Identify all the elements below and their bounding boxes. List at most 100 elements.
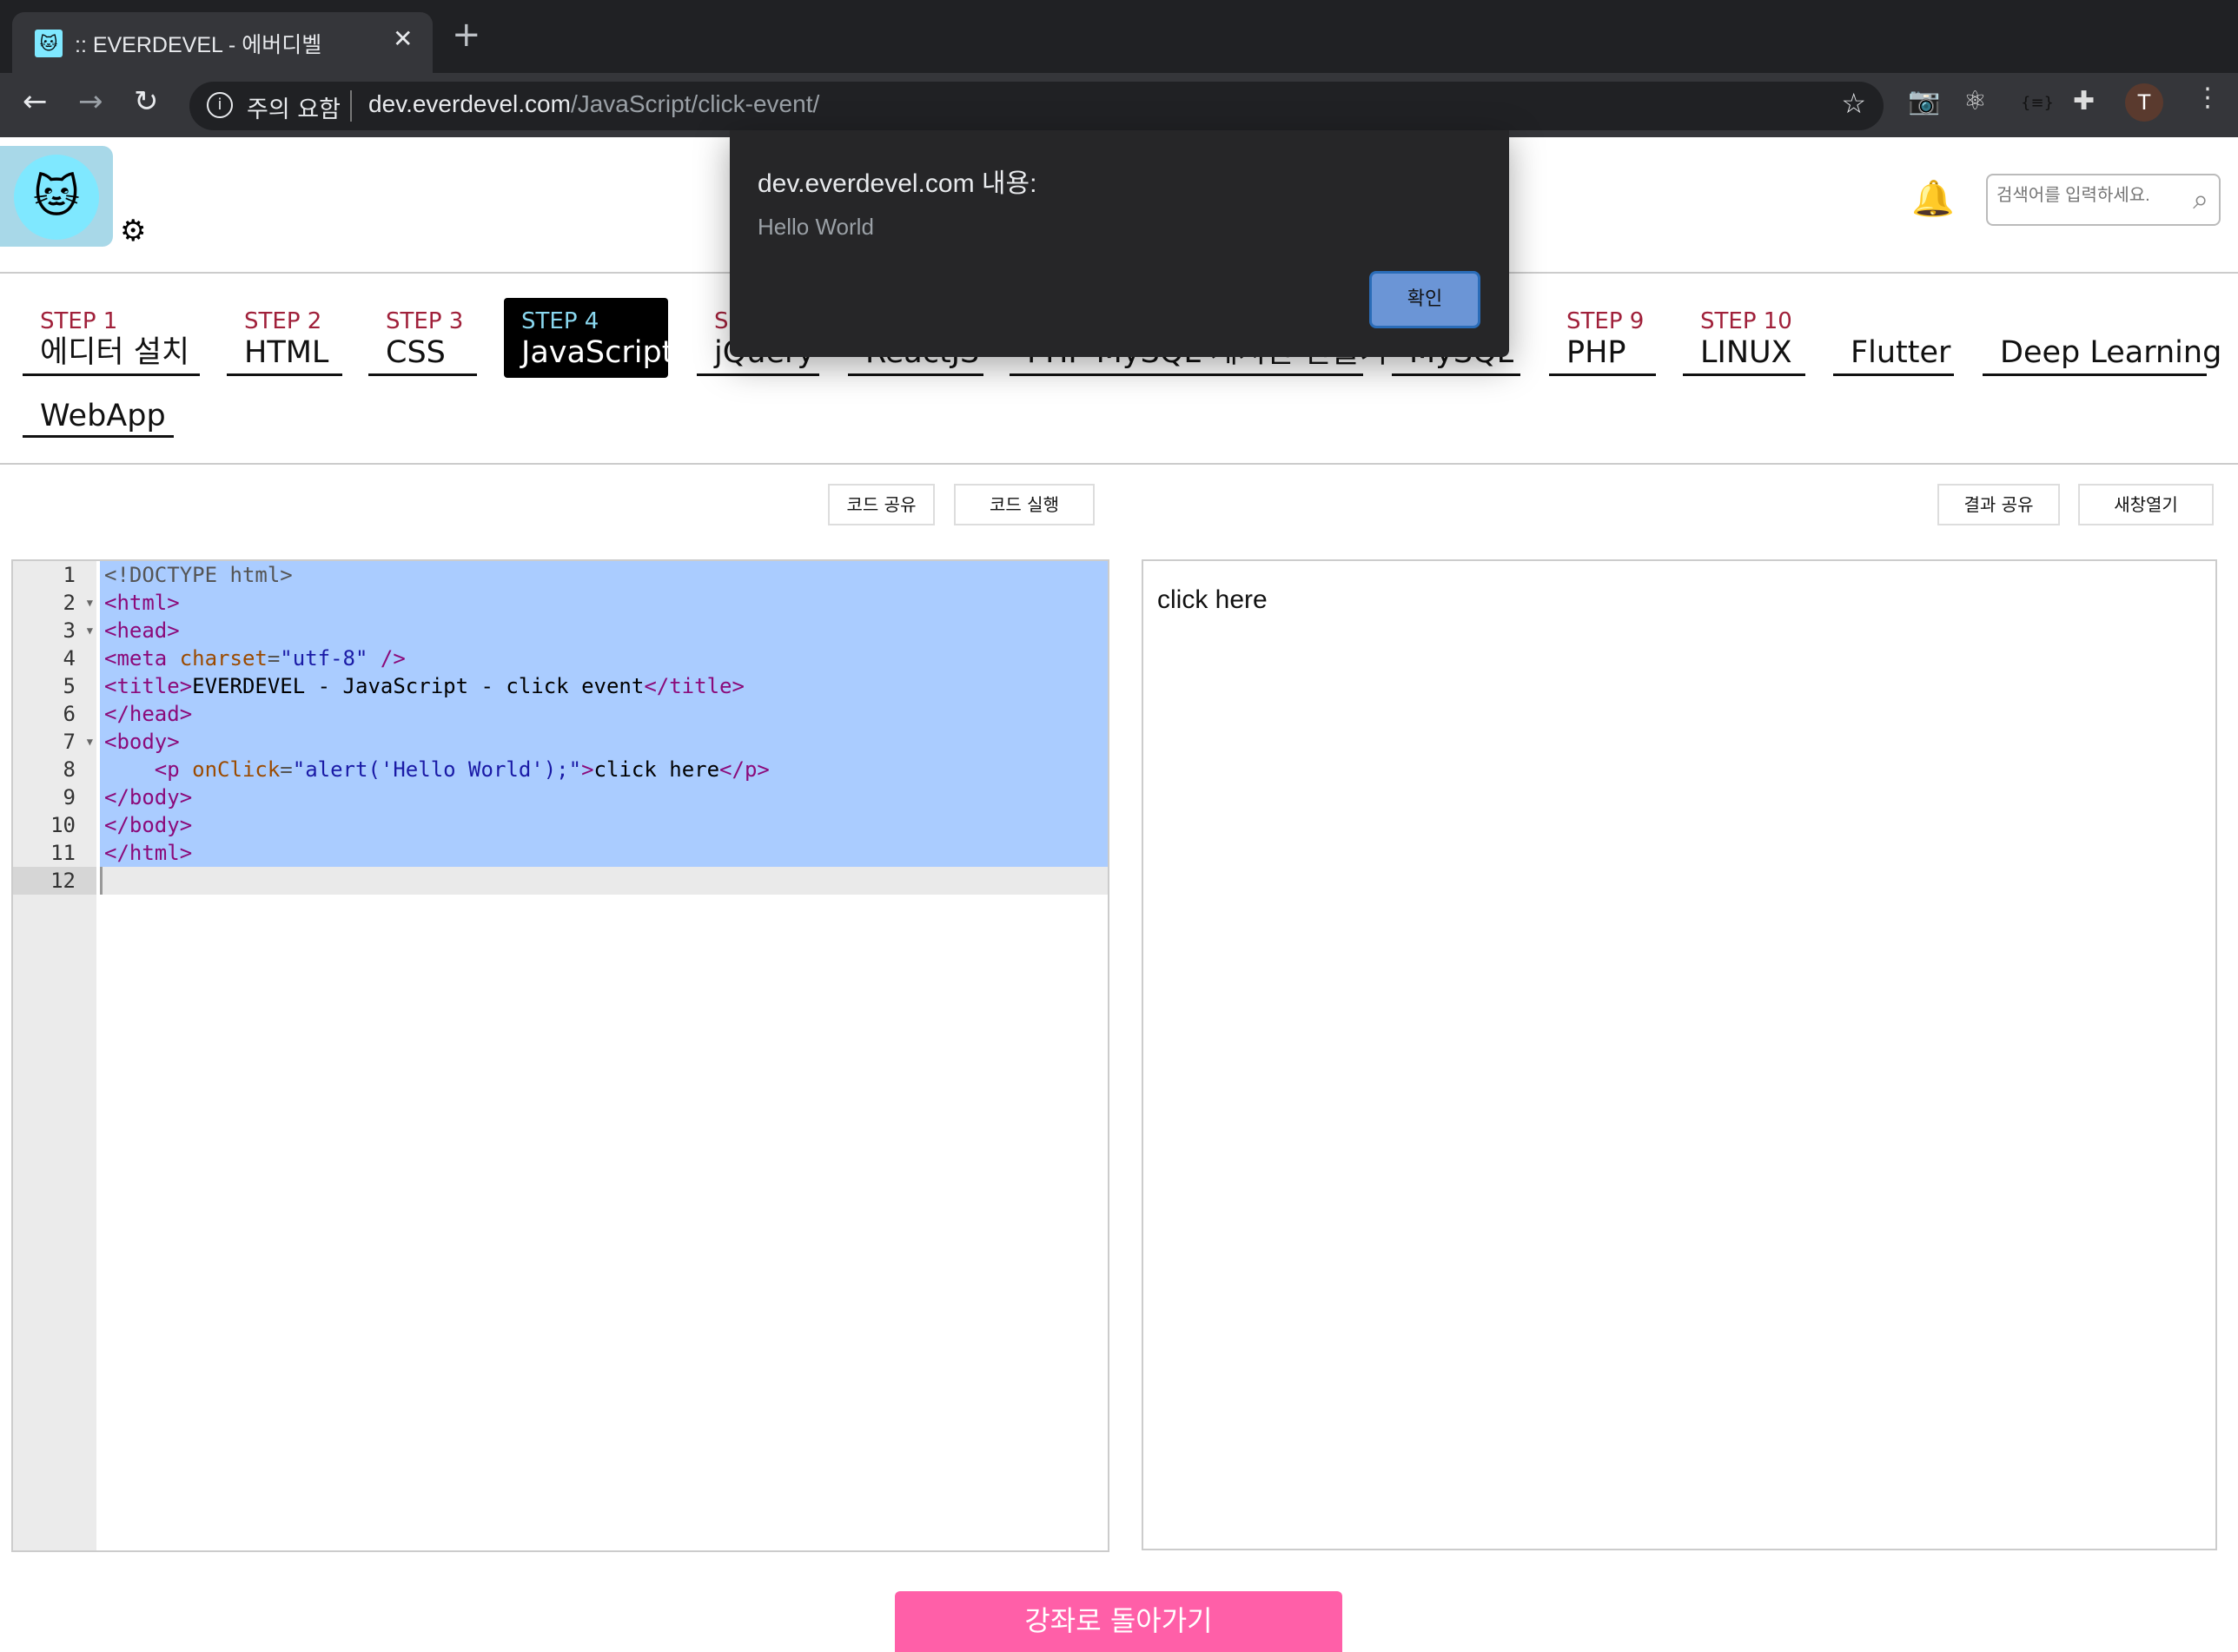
nav-tab-flutter[interactable]: Flutter — [1833, 308, 1954, 376]
nav-tab-step3[interactable]: STEP 3 CSS — [368, 308, 477, 376]
bookmark-star-icon[interactable]: ☆ — [1841, 87, 1866, 120]
step-label — [40, 372, 174, 398]
tab-name: PHP — [1566, 335, 1626, 370]
divider — [350, 90, 352, 122]
code-line[interactable]: <title>EVERDEVEL - JavaScript - click ev… — [100, 672, 1108, 700]
line-number: 12 — [13, 867, 96, 895]
code-line[interactable]: <p onClick="alert('Hello World');">click… — [100, 756, 1108, 783]
favicon-cat-icon: 🐱 — [35, 30, 63, 57]
code-text: <html> — [104, 591, 180, 615]
fold-arrow-icon[interactable]: ▼ — [87, 617, 93, 644]
url-text[interactable]: dev.everdevel.com/JavaScript/click-event… — [368, 90, 819, 118]
step-label: STEP 3 — [386, 308, 464, 334]
menu-kebab-icon[interactable]: ⋮ — [2195, 85, 2221, 111]
code-line[interactable]: </body> — [100, 783, 1108, 811]
gear-icon[interactable]: ⚙ — [120, 214, 146, 248]
line-number-text: 6 — [63, 702, 76, 726]
code-text: <p onClick="alert('Hello World');">click… — [104, 757, 770, 782]
share-code-button[interactable]: 코드 공유 — [828, 484, 935, 525]
line-number: 2 ▼ — [13, 589, 96, 617]
code-token: <body — [104, 730, 168, 754]
code-token: <meta — [104, 646, 168, 671]
search-box[interactable]: ⌕ — [1986, 174, 2221, 226]
camera-extension-icon[interactable]: 📷 — [1908, 89, 1940, 115]
code-line[interactable]: <head> — [100, 617, 1108, 644]
code-line[interactable]: <html> — [100, 589, 1108, 617]
info-icon[interactable]: i — [207, 92, 233, 118]
code-line[interactable]: <!DOCTYPE html> — [100, 561, 1108, 589]
json-extension-icon[interactable]: {≡} — [2021, 96, 2054, 111]
code-token: EVERDEVEL - JavaScript - click event — [192, 674, 645, 698]
code-line[interactable]: <body> — [100, 728, 1108, 756]
new-tab-button[interactable]: + — [452, 17, 481, 52]
nav-tab-step9[interactable]: STEP 9 PHP — [1549, 308, 1656, 376]
code-line[interactable]: </body> — [100, 811, 1108, 839]
code-token: > — [179, 813, 193, 837]
run-code-button[interactable]: 코드 실행 — [954, 484, 1095, 525]
nav-tab-webapp[interactable]: WebApp — [23, 372, 174, 438]
code-line[interactable]: </html> — [100, 839, 1108, 867]
line-number-text: 5 — [63, 674, 76, 698]
fold-arrow-icon[interactable]: ▼ — [87, 589, 93, 617]
code-token: </body — [104, 813, 180, 837]
step-label — [2000, 308, 2207, 334]
step-label: STEP 4 — [521, 308, 599, 334]
browser-tab[interactable]: 🐱 :: EVERDEVEL - 에버디벨 ✕ — [12, 12, 433, 73]
alert-ok-button[interactable]: 확인 — [1369, 271, 1480, 328]
line-number: 3 ▼ — [13, 617, 96, 644]
alert-dialog: dev.everdevel.com 내용: Hello World 확인 — [730, 130, 1509, 357]
back-icon[interactable]: ← — [23, 87, 48, 116]
react-devtools-icon[interactable]: ⚛ — [1963, 89, 1987, 115]
nav-tab-step10[interactable]: STEP 10 LINUX — [1683, 308, 1805, 376]
code-token: > — [179, 674, 193, 698]
code-token: charset — [167, 646, 268, 671]
nav-tab-step1[interactable]: STEP 1 에디터 설치 — [23, 308, 200, 376]
open-new-window-button[interactable]: 새창열기 — [2078, 484, 2214, 525]
code-line[interactable] — [100, 867, 1108, 895]
step-label: STEP 9 — [1566, 308, 1645, 334]
reload-icon[interactable]: ↻ — [134, 87, 159, 116]
fold-arrow-icon[interactable]: ▼ — [87, 728, 93, 756]
line-gutter: 1 2 ▼ 3 ▼ 4 5 6 7 ▼ 8 9 10 11 12 — [13, 561, 96, 1550]
click-here-paragraph[interactable]: click here — [1157, 585, 1268, 615]
line-number: 10 — [13, 811, 96, 839]
site-logo[interactable]: 🐱 — [0, 146, 113, 247]
code-token: > — [581, 757, 594, 782]
tab-name: 에디터 설치 — [40, 335, 190, 370]
code-token: /> — [380, 646, 406, 671]
line-number: 1 — [13, 561, 96, 589]
line-number: 6 — [13, 700, 96, 728]
code-token: </head — [104, 702, 180, 726]
code-token: > — [757, 757, 770, 782]
share-result-button[interactable]: 결과 공유 — [1937, 484, 2060, 525]
code-token: click here — [593, 757, 720, 782]
code-text: </head> — [104, 702, 192, 726]
nav-tab-step2[interactable]: STEP 2 HTML — [227, 308, 342, 376]
nav-tab-step4-active[interactable]: STEP 4 JavaScript — [504, 298, 673, 378]
address-bar[interactable]: i 주의 요함 dev.everdevel.com/JavaScript/cli… — [189, 82, 1884, 130]
code-text: </html> — [104, 841, 192, 865]
search-icon[interactable]: ⌕ — [2193, 182, 2208, 216]
profile-avatar[interactable]: T — [2125, 83, 2163, 122]
nav-divider — [0, 463, 2238, 465]
security-label[interactable]: 주의 요함 — [247, 90, 341, 124]
code-text: <meta charset="utf-8" /> — [104, 646, 406, 671]
nav-tab-deep-learning[interactable]: Deep Learning — [1983, 308, 2221, 376]
forward-icon[interactable]: → — [78, 87, 103, 116]
line-number-text: 9 — [63, 785, 76, 809]
bell-icon[interactable]: 🔔 — [1911, 178, 1955, 219]
code-line[interactable]: </head> — [100, 700, 1108, 728]
code-token: > — [167, 591, 180, 615]
alert-title: dev.everdevel.com 내용: — [758, 169, 1037, 198]
code-token: > — [179, 841, 193, 865]
search-input[interactable] — [1996, 186, 2170, 206]
close-tab-icon[interactable]: ✕ — [393, 24, 413, 53]
extensions-puzzle-icon[interactable]: ✚ — [2073, 89, 2095, 115]
step-label: STEP 10 — [1700, 308, 1792, 334]
line-number: 9 — [13, 783, 96, 811]
code-token: </html — [104, 841, 180, 865]
code-editor[interactable]: 1 2 ▼ 3 ▼ 4 5 6 7 ▼ 8 9 10 11 12 <!DOCTYPE html> <html>… — [11, 559, 1109, 1552]
browser-tab-bar: 🐱 :: EVERDEVEL - 에버디벨 ✕ + — [0, 0, 2238, 73]
step-label: STEP 1 — [40, 308, 118, 334]
code-line[interactable]: <meta charset="utf-8" /> — [100, 644, 1108, 672]
